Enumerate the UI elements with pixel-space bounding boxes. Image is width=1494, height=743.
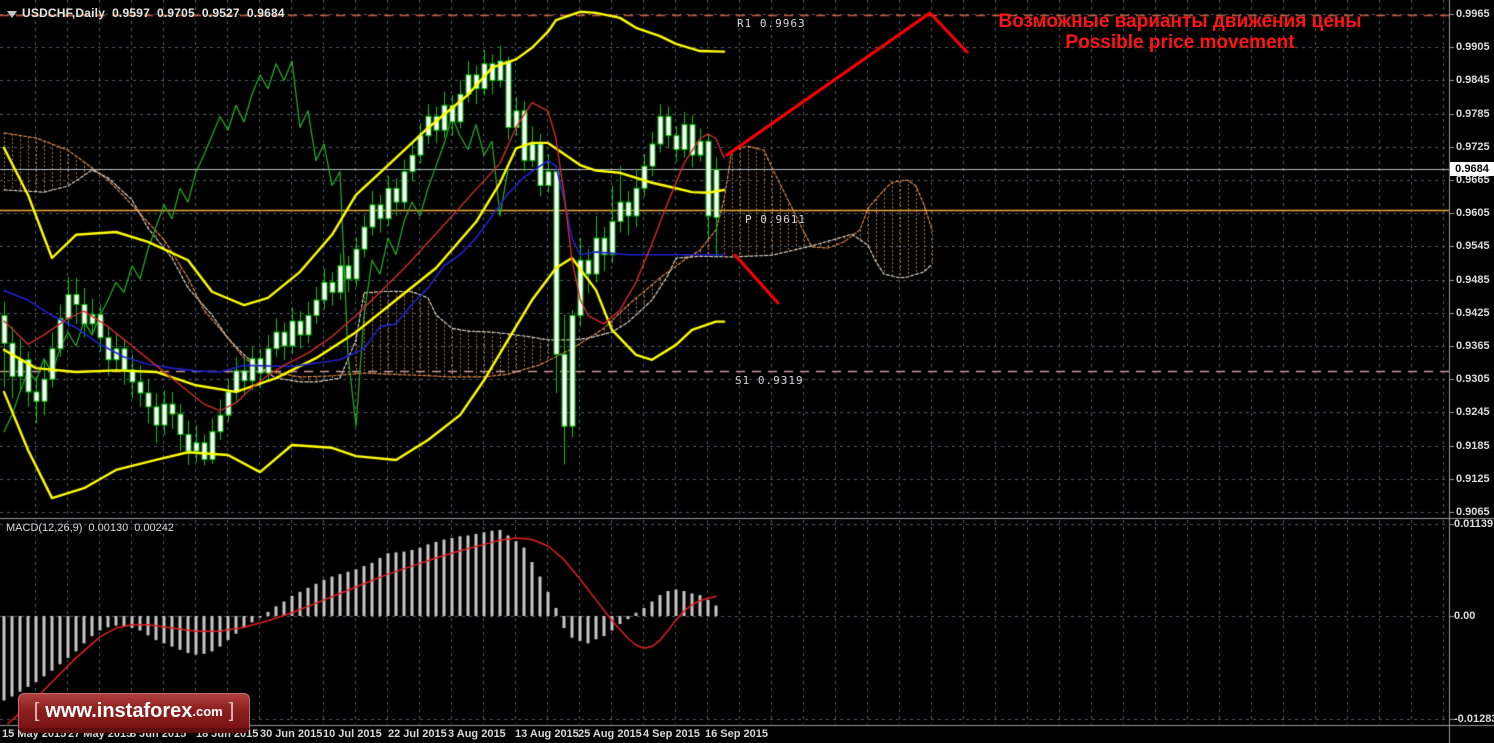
price-axis-label: 0.9245: [1456, 406, 1490, 418]
ohlc-open: 0.9597: [112, 6, 150, 20]
macd-axis-label: 0.00: [1454, 610, 1476, 622]
price-axis-label: 0.9485: [1456, 274, 1490, 286]
price-axis-label: 0.9125: [1456, 473, 1490, 485]
logo-close-bracket: ]: [228, 699, 235, 722]
price-axis-label: 0.9725: [1456, 141, 1490, 153]
date-axis-label: 25 Aug 2015: [578, 728, 642, 740]
price-axis-label: 0.9905: [1456, 41, 1490, 53]
date-axis-label: 10 Jul 2015: [323, 728, 382, 740]
price-axis-label: 0.9065: [1456, 506, 1490, 518]
price-axis-label: 0.9545: [1456, 240, 1490, 252]
price-movement-annotation: Возможные варианты движения цены Possibl…: [980, 11, 1380, 53]
price-axis-label: 0.9845: [1456, 74, 1490, 86]
date-axis-label: 3 Aug 2015: [448, 728, 506, 740]
macd-main-value: 0.00130: [88, 522, 129, 534]
logo-tld: .com: [192, 703, 223, 719]
date-axis-label: 4 Sep 2015: [643, 728, 700, 740]
date-axis-label: 13 Aug 2015: [515, 728, 579, 740]
logo-domain: www.instaforex: [45, 699, 193, 722]
price-axis-label: 0.9425: [1456, 307, 1490, 319]
macd-indicator-label: MACD(12,26,9) 0.00130 0.00242: [6, 522, 180, 534]
chart-canvas[interactable]: [0, 0, 1494, 743]
annotation-line-ru: Возможные варианты движения цены: [998, 11, 1362, 32]
price-axis-label: 0.9785: [1456, 108, 1490, 120]
date-axis-label: 30 Jun 2015: [260, 728, 323, 740]
chart-symbol-period: USDCHF,Daily: [22, 6, 106, 20]
price-axis-label: 0.9185: [1456, 440, 1490, 452]
instaforex-logo[interactable]: [ www.instaforex .com ]: [18, 693, 250, 733]
price-axis-label: 0.9605: [1456, 207, 1490, 219]
macd-axis-label: 0.01139: [1454, 518, 1494, 530]
ohlc-close: 0.9684: [246, 6, 285, 20]
price-axis-label: 0.9305: [1456, 373, 1490, 385]
ohlc-low: 0.9527: [201, 6, 240, 20]
logo-open-bracket: [: [33, 699, 40, 722]
macd-signal-value: 0.00242: [134, 522, 174, 534]
macd-axis-label: -0.01283: [1454, 713, 1494, 725]
annotation-line-en: Possible price movement: [1065, 32, 1295, 53]
chart-collapse-icon[interactable]: [7, 11, 17, 18]
date-axis-label: 22 Jul 2015: [388, 728, 447, 740]
macd-name: MACD(12,26,9): [6, 522, 83, 534]
price-axis-label: 0.9965: [1456, 8, 1490, 20]
price-axis-label: 0.9365: [1456, 340, 1490, 352]
pivot-s1-label: S1 0.9319: [735, 374, 804, 387]
ohlc-high: 0.9705: [157, 6, 195, 20]
current-price-tag: 0.9684: [1450, 162, 1494, 176]
chart-window: USDCHF,Daily 0.9597 0.9705 0.9527 0.9684 Воз…: [0, 0, 1494, 743]
pivot-p-label: P 0.9611: [745, 213, 806, 226]
pivot-r1-label: R1 0.9963: [737, 17, 806, 30]
chart-title: USDCHF,Daily 0.9597 0.9705 0.9527 0.9684: [22, 6, 292, 20]
date-axis-label: 16 Sep 2015: [705, 728, 768, 740]
